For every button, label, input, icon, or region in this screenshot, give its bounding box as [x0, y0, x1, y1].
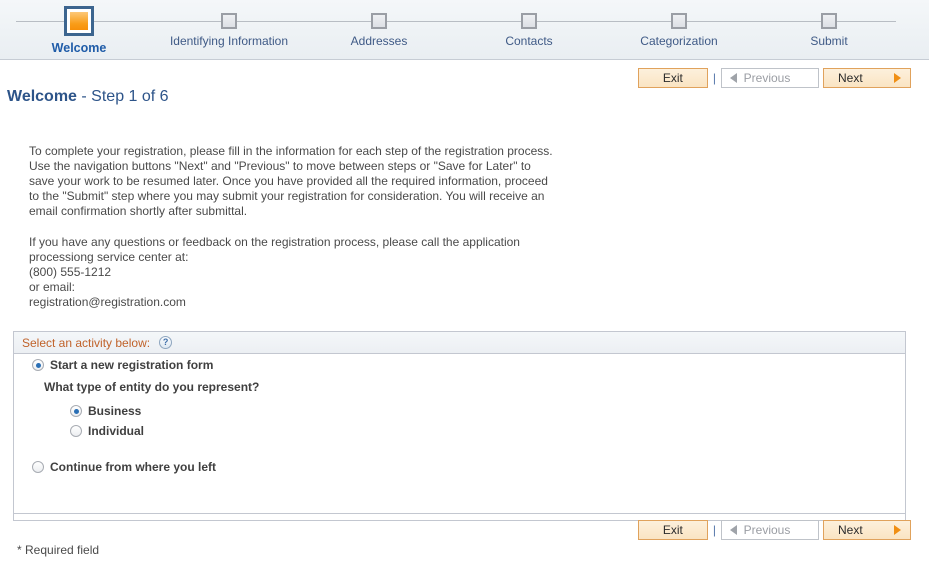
button-separator: |: [712, 523, 716, 537]
step-marker-icon: [821, 13, 837, 29]
intro-paragraph-2: If you have any questions or feedback on…: [29, 235, 559, 310]
radio-option-label: Start a new registration form: [50, 358, 214, 372]
exit-button[interactable]: Exit: [637, 520, 708, 540]
step-marker-active-icon: [64, 6, 94, 36]
radio-option-start-new-registration[interactable]: Start a new registration form: [32, 358, 213, 372]
or-email-label: or email:: [29, 280, 76, 294]
button-separator: |: [712, 71, 716, 85]
wizard-step-contacts[interactable]: Contacts: [454, 0, 604, 60]
radio-option-label: Business: [88, 404, 142, 418]
radio-button-icon[interactable]: [32, 359, 44, 371]
page-title: Welcome - Step 1 of 6: [7, 88, 169, 106]
page-title-main: Welcome: [7, 88, 77, 105]
wizard-step-label: Categorization: [640, 34, 718, 48]
select-activity-label: Select an activity below:: [22, 335, 151, 350]
wizard-step-label: Identifying Information: [169, 34, 289, 48]
wizard-step-label: Addresses: [350, 34, 408, 48]
previous-button-label: Previous: [743, 71, 791, 85]
triangle-right-icon: [894, 525, 901, 535]
radio-option-business[interactable]: Business: [70, 404, 141, 418]
wizard-step-categorization[interactable]: Categorization: [604, 0, 754, 60]
radio-button-icon[interactable]: [70, 425, 82, 437]
step-marker-icon: [221, 13, 237, 29]
navigation-button-bar-bottom: Exit | Previous Next: [637, 520, 911, 540]
previous-button[interactable]: Previous: [721, 68, 819, 88]
wizard-step-addresses[interactable]: Addresses: [304, 0, 454, 60]
select-activity-panel: Select an activity below: ? Start a new …: [13, 331, 906, 521]
step-marker-icon: [671, 13, 687, 29]
previous-button[interactable]: Previous: [721, 520, 819, 540]
footer-divider: [13, 513, 906, 514]
intro-paragraph-1: To complete your registration, please fi…: [29, 144, 553, 218]
next-button[interactable]: Next: [823, 68, 911, 88]
wizard-step-identifying-information[interactable]: Identifying Information: [154, 0, 304, 60]
triangle-right-icon: [894, 73, 901, 83]
wizard-step-submit[interactable]: Submit: [754, 0, 904, 60]
radio-button-icon[interactable]: [32, 461, 44, 473]
previous-button-label: Previous: [743, 523, 791, 537]
radio-option-label: Individual: [88, 424, 145, 438]
triangle-left-icon: [730, 525, 737, 535]
wizard-step-label: Submit: [810, 34, 848, 48]
intro-contact-sentence: If you have any questions or feedback on…: [29, 235, 520, 264]
question-mark-icon[interactable]: ?: [159, 336, 173, 349]
support-phone: (800) 555-1212: [29, 265, 112, 279]
exit-button[interactable]: Exit: [637, 68, 708, 88]
radio-option-individual[interactable]: Individual: [70, 424, 144, 438]
next-button-label: Next: [838, 71, 863, 85]
select-activity-panel-body: Start a new registration form What type …: [14, 354, 905, 520]
step-marker-icon: [521, 13, 537, 29]
wizard-step-label: Welcome: [51, 41, 107, 55]
select-activity-panel-header: Select an activity below: ?: [14, 332, 905, 354]
radio-button-icon[interactable]: [70, 405, 82, 417]
next-button[interactable]: Next: [823, 520, 911, 540]
wizard-step-bar: Welcome Identifying Information Addresse…: [0, 0, 929, 60]
required-field-note: * Required field: [17, 543, 100, 557]
radio-option-label: Continue from where you left: [50, 460, 217, 474]
entity-type-question: What type of entity do you represent?: [44, 380, 260, 394]
page-title-step: - Step 1 of 6: [76, 88, 169, 105]
navigation-button-bar-top: Exit | Previous Next: [637, 68, 911, 88]
wizard-step-welcome[interactable]: Welcome: [4, 0, 154, 60]
triangle-left-icon: [730, 73, 737, 83]
radio-option-continue-from-where-you-left[interactable]: Continue from where you left: [32, 460, 216, 474]
wizard-step-label: Contacts: [505, 34, 553, 48]
step-marker-icon: [371, 13, 387, 29]
support-email: registration@registration.com: [29, 295, 186, 309]
intro-text-block: To complete your registration, please fi…: [29, 144, 559, 310]
next-button-label: Next: [838, 523, 863, 537]
